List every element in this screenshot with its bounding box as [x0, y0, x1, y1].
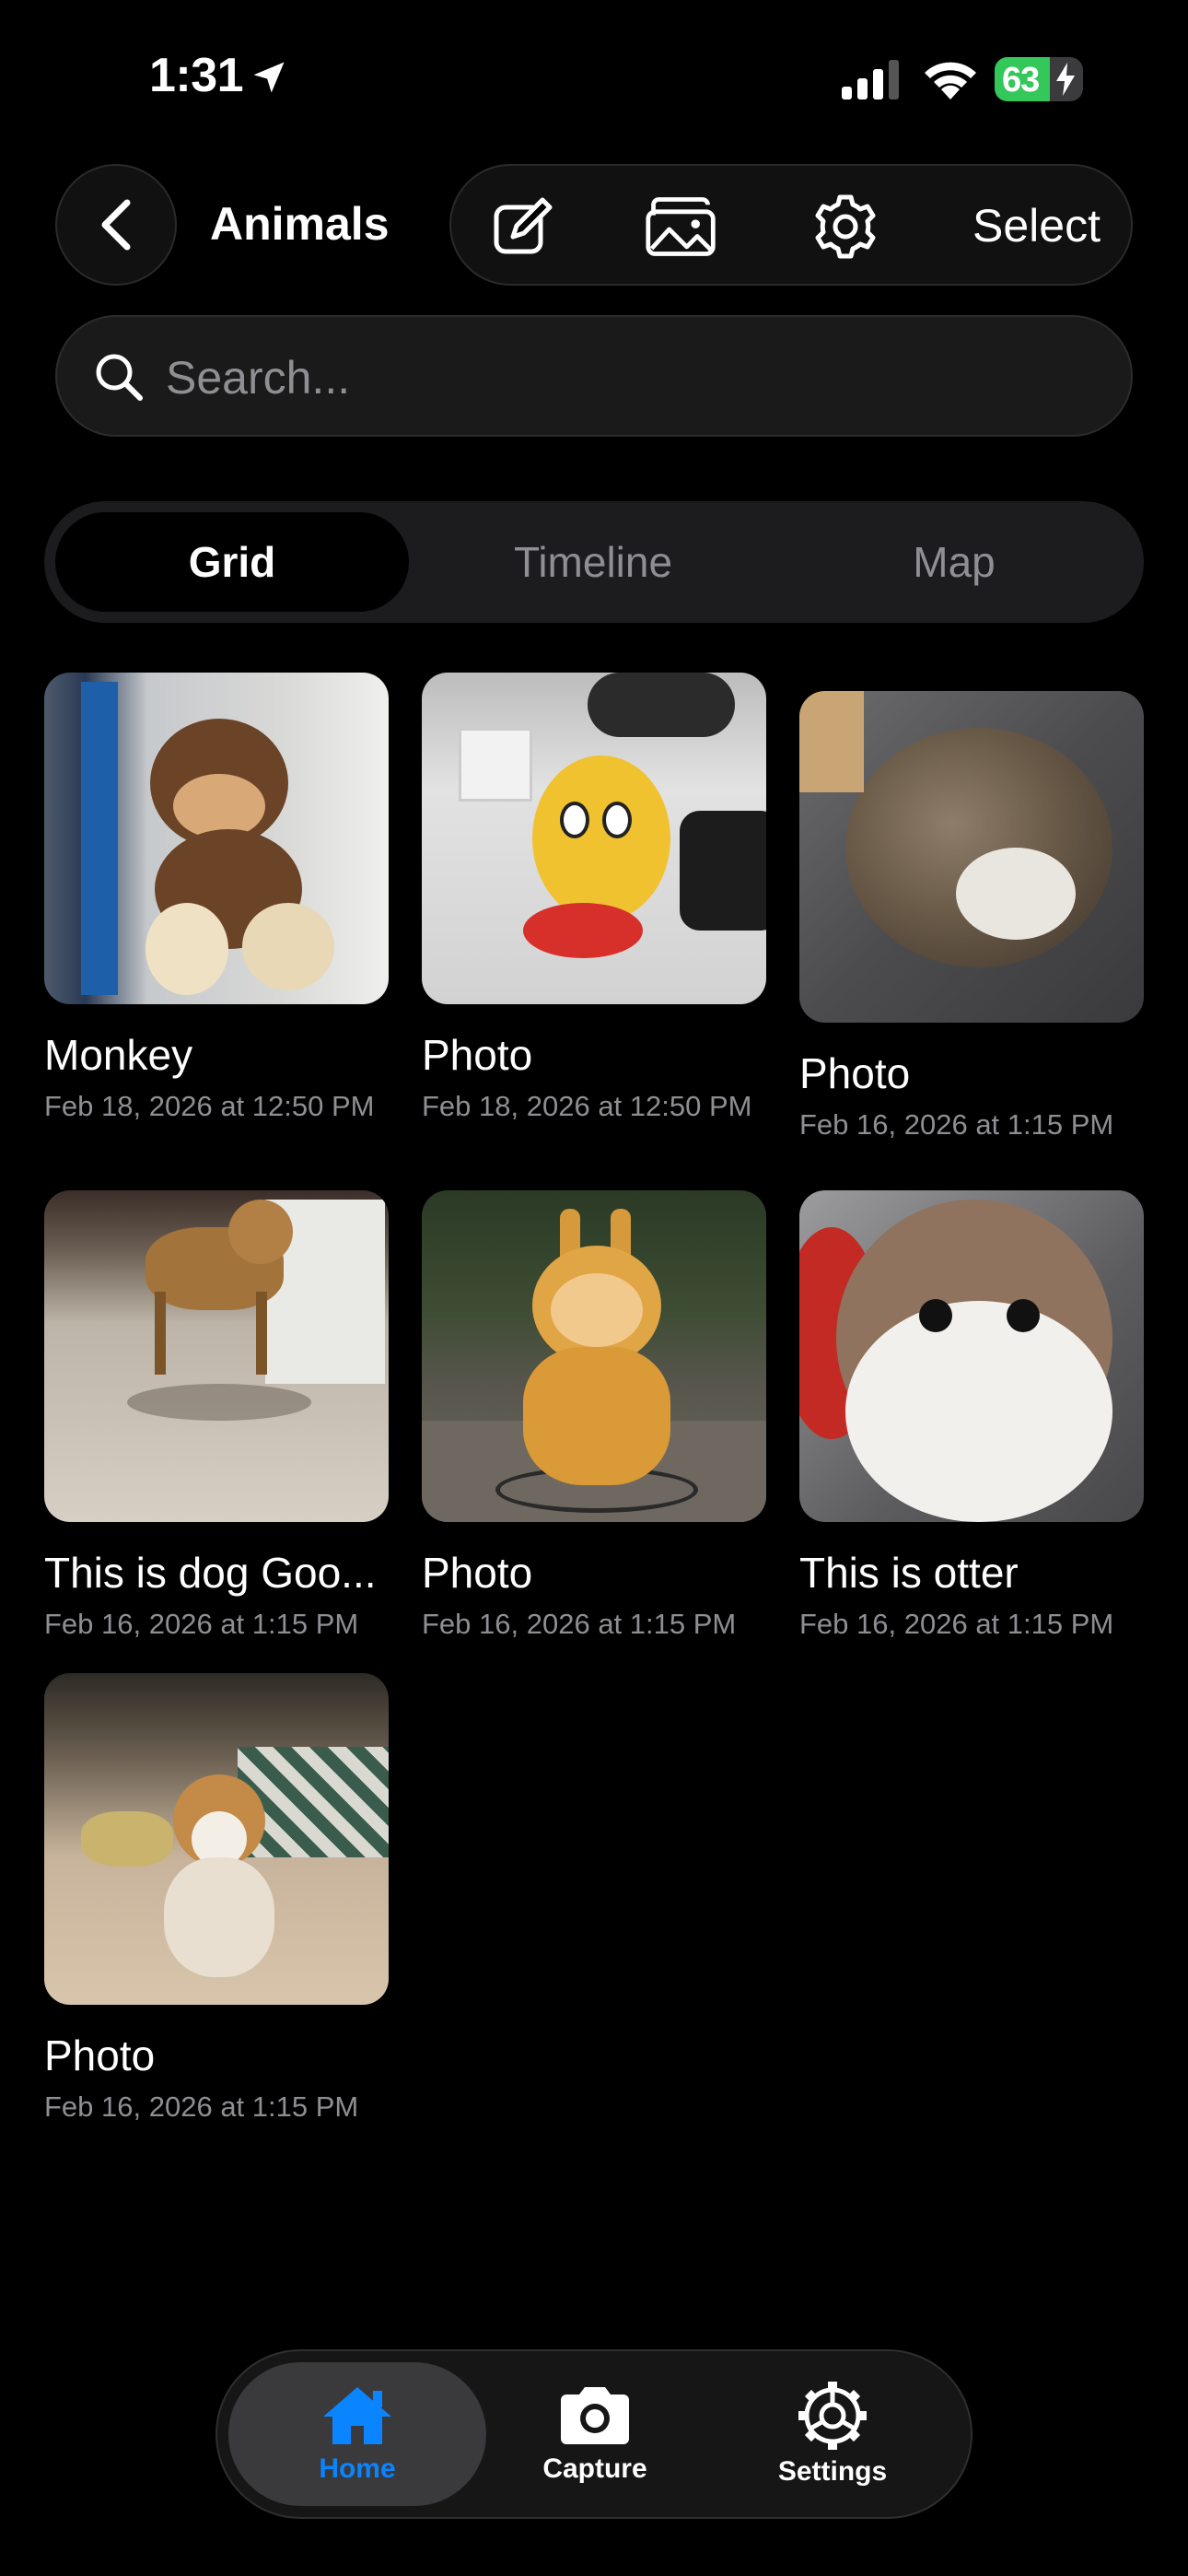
chevron-left-icon: [101, 199, 131, 251]
settings-button[interactable]: [809, 190, 882, 263]
house-icon: [323, 2387, 391, 2444]
photo-date: Feb 16, 2026 at 1:15 PM: [799, 1608, 1114, 1640]
photo-date: Feb 18, 2026 at 12:50 PM: [422, 1090, 752, 1122]
photo-title: Monkey: [44, 1031, 193, 1079]
view-mode-segmented-control: Grid Timeline Map: [44, 501, 1144, 623]
photo-thumbnail[interactable]: [799, 1190, 1144, 1522]
photo-thumbnail[interactable]: [44, 1190, 389, 1522]
cellular-signal-icon: [842, 60, 899, 100]
location-arrow-icon: [253, 62, 285, 93]
photo-thumbnail[interactable]: [44, 673, 389, 1004]
search-bar: [55, 315, 1133, 437]
photo-title: Photo: [422, 1549, 533, 1597]
photo-thumbnail[interactable]: [422, 673, 766, 1004]
tab-label: Settings: [777, 2456, 888, 2487]
photo-thumbnail[interactable]: [44, 1673, 389, 2005]
tab-grid[interactable]: Grid: [55, 512, 409, 612]
photo-card[interactable]: Monkey Feb 18, 2026 at 12:50 PM: [44, 673, 389, 1124]
back-button[interactable]: [55, 164, 177, 286]
photo-title: Photo: [422, 1031, 533, 1079]
header-toolbar: Select: [449, 164, 1133, 286]
photo-card[interactable]: This is dog Goo... Feb 16, 2026 at 1:15 …: [44, 1190, 389, 1642]
photo-stack-icon: [646, 197, 716, 256]
photo-title: Photo: [799, 1049, 911, 1097]
tab-label: Capture: [542, 2453, 647, 2484]
photo-card[interactable]: Photo Feb 18, 2026 at 12:50 PM: [422, 673, 766, 1124]
photo-card[interactable]: Photo Feb 16, 2026 at 1:15 PM: [799, 691, 1144, 1142]
photo-date: Feb 16, 2026 at 1:15 PM: [422, 1608, 737, 1640]
photo-date: Feb 16, 2026 at 1:15 PM: [44, 1608, 359, 1640]
bottom-tab-bar: Home Capture Settings: [215, 2349, 973, 2519]
compose-icon: [494, 197, 553, 254]
photo-card[interactable]: This is otter Feb 16, 2026 at 1:15 PM: [799, 1190, 1144, 1642]
photo-card[interactable]: Photo Feb 16, 2026 at 1:15 PM: [44, 1673, 389, 2125]
edit-button[interactable]: [486, 190, 560, 263]
gear-icon: [815, 194, 876, 259]
gear-icon: [798, 2382, 867, 2450]
status-bar: 1:31 63: [0, 0, 1188, 157]
photo-title: Photo: [44, 2032, 156, 2079]
photo-thumbnail[interactable]: [422, 1190, 766, 1522]
battery-percent: 63: [1002, 61, 1040, 100]
tab-timeline[interactable]: Timeline: [416, 512, 770, 612]
search-icon: [96, 354, 143, 401]
tab-label: Home: [319, 2453, 396, 2484]
photo-library-button[interactable]: [645, 190, 718, 263]
photo-card[interactable]: Photo Feb 16, 2026 at 1:15 PM: [422, 1190, 766, 1642]
battery-indicator: 63: [995, 57, 1083, 101]
tab-map[interactable]: Map: [777, 512, 1131, 612]
charging-bolt-icon: [1056, 63, 1075, 96]
photo-date: Feb 16, 2026 at 1:15 PM: [799, 1108, 1114, 1141]
photo-title: This is dog Goo...: [44, 1549, 377, 1597]
photo-thumbnail[interactable]: [799, 691, 1144, 1023]
status-time: 1:31: [149, 49, 244, 102]
search-input[interactable]: [166, 343, 1087, 413]
tab-capture[interactable]: Capture: [466, 2362, 724, 2506]
photo-date: Feb 16, 2026 at 1:15 PM: [44, 2090, 359, 2123]
wifi-icon: [925, 62, 976, 100]
photo-date: Feb 18, 2026 at 12:50 PM: [44, 1090, 375, 1122]
photo-title: This is otter: [799, 1549, 1019, 1597]
tab-settings[interactable]: Settings: [704, 2362, 961, 2506]
select-button[interactable]: Select: [973, 199, 1101, 252]
camera-icon: [561, 2387, 629, 2444]
tab-home[interactable]: Home: [228, 2362, 486, 2506]
page-title: Animals: [210, 198, 390, 250]
